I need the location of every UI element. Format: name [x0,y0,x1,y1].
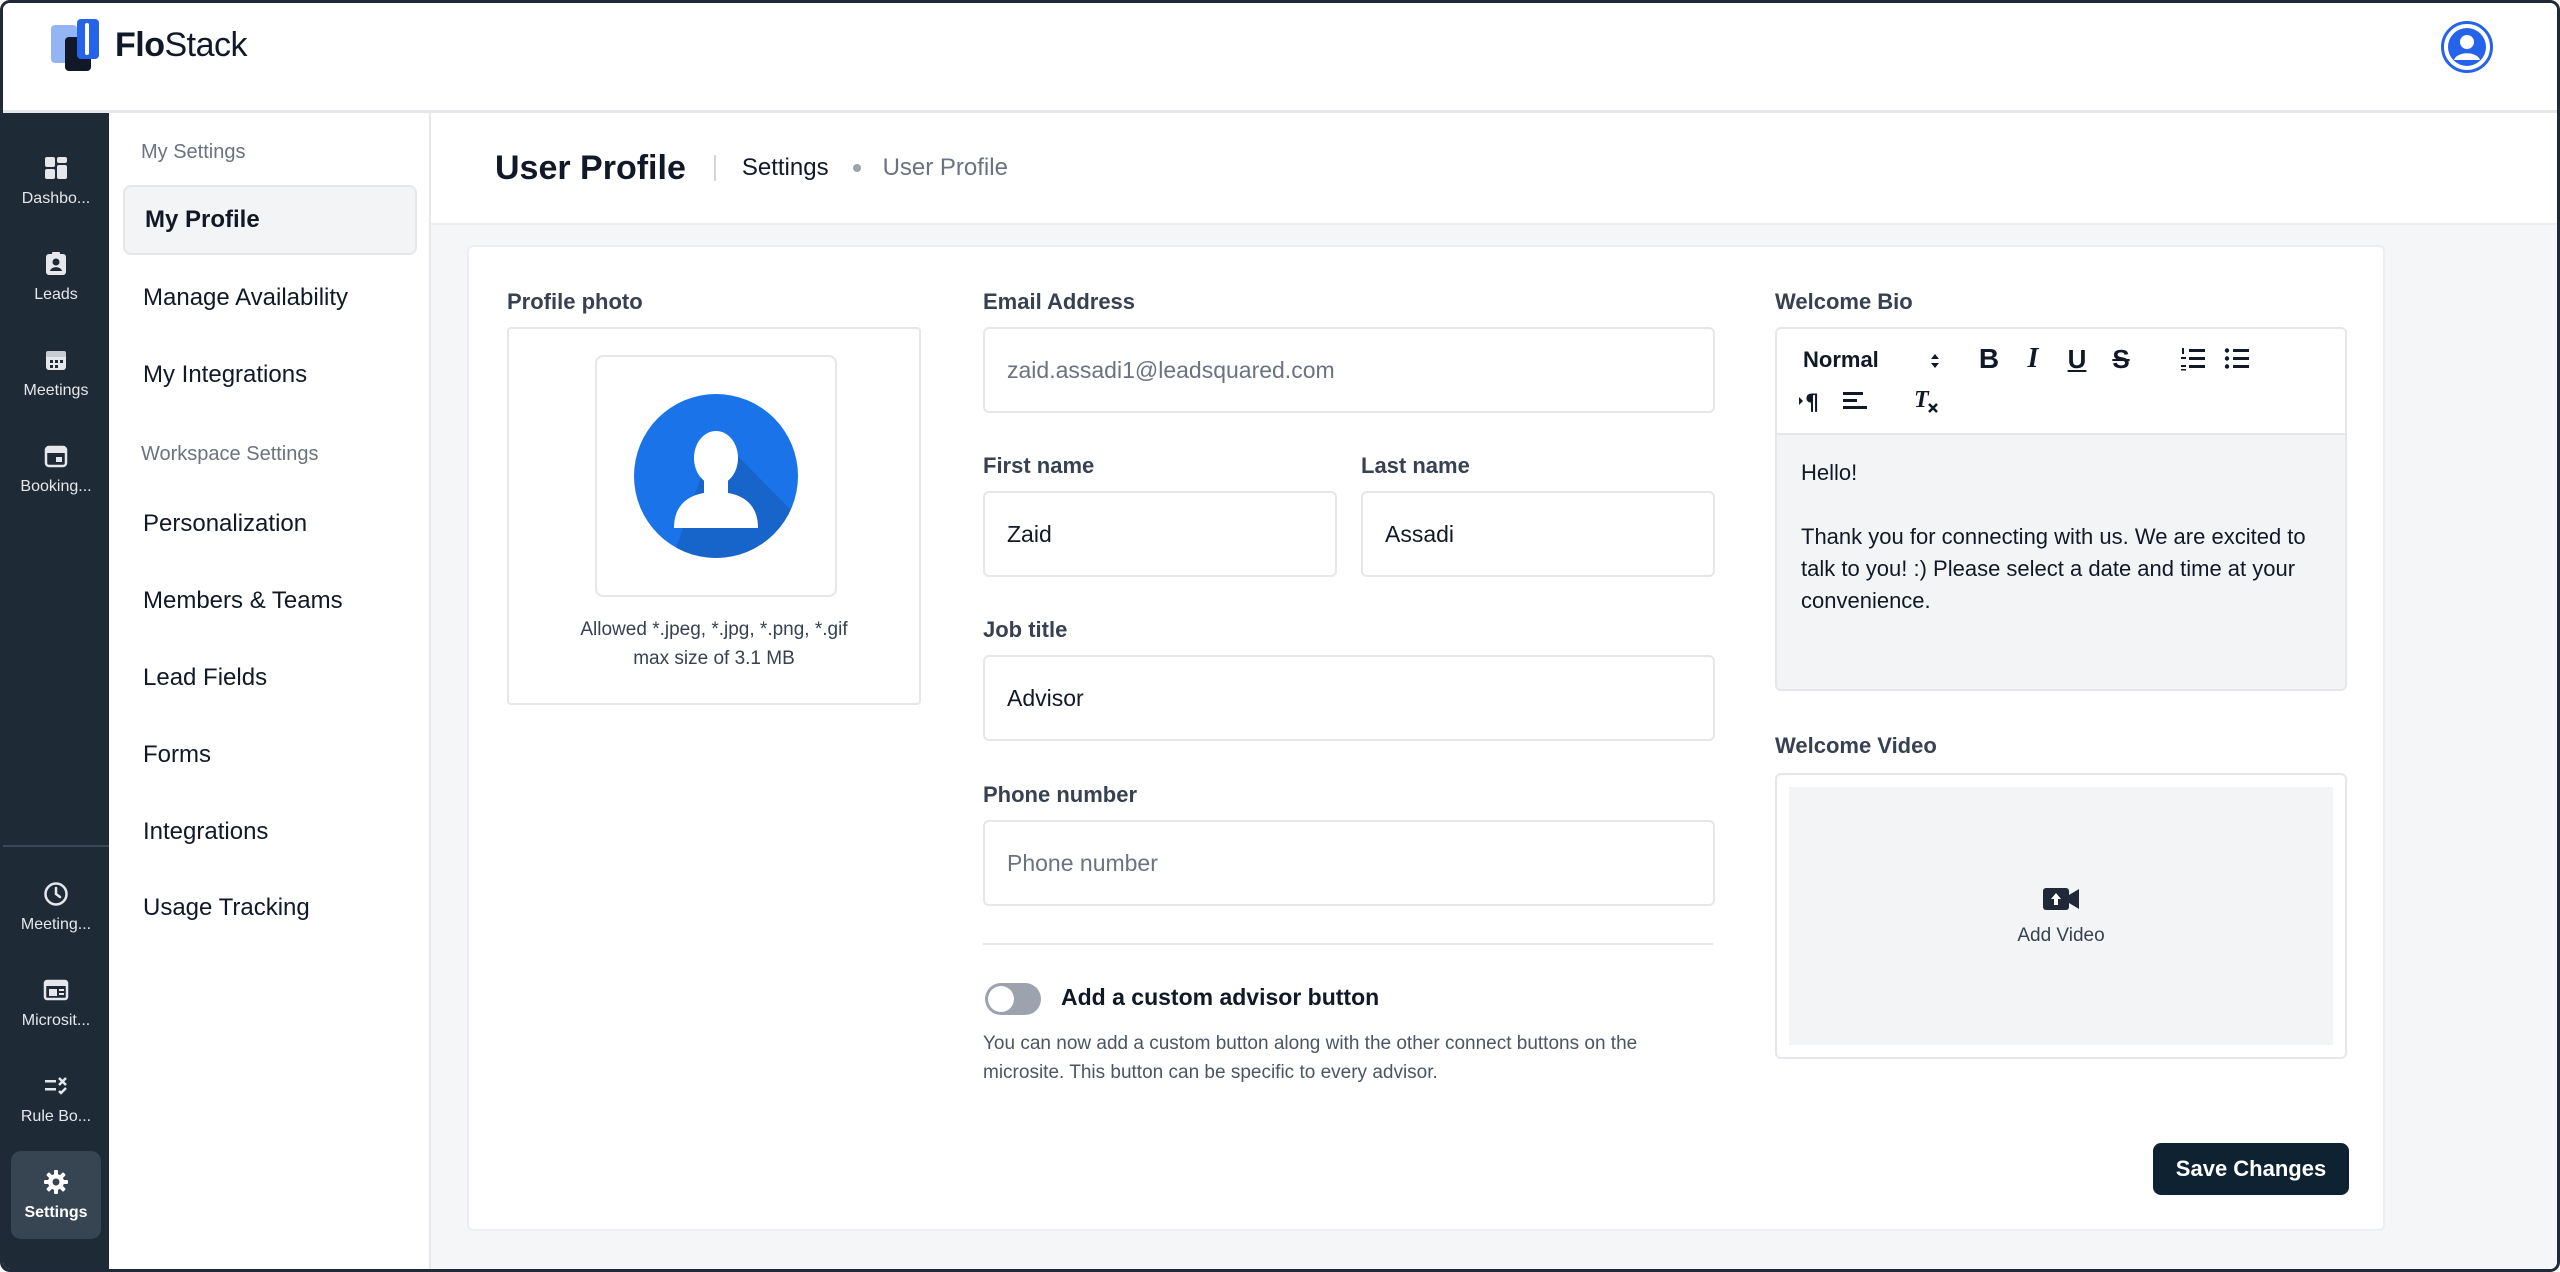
strikethrough-button[interactable]: S [2105,343,2137,375]
main-content: User Profile Settings User Profile Profi… [431,113,2557,1269]
user-icon [2448,28,2486,66]
welcome-bio-text[interactable]: Hello! Thank you for connecting with us.… [1777,435,2345,689]
sidebar-item-usage-tracking[interactable]: Usage Tracking [123,873,417,943]
app-window: FloStack Dashbo... Leads Meetings Bookin… [0,0,2560,1272]
editor-toolbar: Normal B I U S ¶ T [1777,329,2345,435]
job-title-label: Job title [983,617,1068,642]
welcome-video-box: Add Video [1775,773,2347,1059]
nav-item-meeting-types[interactable]: Meeting... [11,863,101,951]
title-separator [713,155,716,181]
photo-upload-help: Allowed *.jpeg, *.jpg, *.png, *.gif max … [580,619,848,669]
italic-button[interactable]: I [2017,343,2049,375]
browser-window-icon [42,976,70,1004]
underline-icon: U [2067,343,2087,374]
nav-item-rule-book[interactable]: Rule Bo... [11,1055,101,1143]
add-video-button[interactable]: Add Video [1789,787,2333,1045]
nav-item-microsites[interactable]: Microsit... [11,959,101,1047]
profile-photo-label: Profile photo [507,289,643,314]
video-upload-icon [2043,888,2079,910]
save-changes-button[interactable]: Save Changes [2153,1143,2349,1195]
sidebar-item-my-profile[interactable]: My Profile [123,185,417,255]
sidebar-item-members-teams[interactable]: Members & Teams [123,566,417,636]
page-title: User Profile [495,148,686,187]
sidebar-item-lead-fields[interactable]: Lead Fields [123,643,417,713]
page-header: User Profile Settings User Profile [431,113,2557,225]
last-name-field[interactable]: Assadi [1361,491,1715,577]
nav-item-meetings[interactable]: Meetings [11,329,101,417]
primary-nav: Dashbo... Leads Meetings Booking... Meet… [3,113,109,1269]
calendar-icon [42,346,70,374]
phone-label: Phone number [983,782,1138,807]
job-title-field[interactable]: Advisor [983,655,1715,741]
breadcrumb-dot [852,164,861,172]
dashboard-icon [42,154,70,182]
user-avatar-button[interactable] [2441,21,2493,73]
custom-advisor-toggle[interactable] [985,983,1041,1015]
bullet-list-button[interactable] [2221,343,2253,375]
logo-text: FloStack [115,25,248,64]
phone-number-field[interactable]: Phone number [983,820,1715,906]
contact-book-icon [42,250,70,278]
calendar-event-icon [42,442,70,470]
email-field[interactable]: zaid.assadi1@leadsquared.com [983,327,1715,413]
rules-icon [42,1072,70,1100]
select-arrows-icon [1931,354,1939,368]
breadcrumb-current: User Profile [882,154,1008,181]
align-button[interactable] [1839,385,1871,417]
ordered-list-button[interactable] [2177,343,2209,375]
nav-item-leads[interactable]: Leads [11,233,101,321]
underline-button[interactable]: U [2061,343,2093,375]
align-left-icon [1843,392,1867,409]
clear-format-button[interactable]: T [1911,385,1943,417]
nav-item-dashboard[interactable]: Dashbo... [11,137,101,225]
welcome-bio-editor: Normal B I U S ¶ T Hello! Thank you for … [1775,327,2347,691]
svg-text:T: T [1914,387,1930,413]
profile-card: Profile photo Allowed *.jpeg, *.jpg, *.p… [467,245,2385,1231]
first-name-field[interactable]: Zaid [983,491,1337,577]
avatar-icon [634,394,798,558]
italic-icon: I [2027,343,2039,374]
text-direction-button[interactable]: ¶ [1795,385,1827,417]
first-name-label: First name [983,453,1095,478]
sidebar-item-manage-availability[interactable]: Manage Availability [123,263,417,333]
clock-icon [42,880,70,908]
gear-icon [42,1168,70,1196]
nav-item-booking[interactable]: Booking... [11,425,101,513]
text-direction-icon: ¶ [1799,391,1819,414]
sidebar-item-personalization[interactable]: Personalization [123,489,417,559]
nav-item-settings[interactable]: Settings [11,1151,101,1239]
custom-advisor-help: You can now add a custom button along wi… [983,1033,1638,1083]
nav-divider [3,845,109,847]
section-workspace-settings: Workspace Settings [141,443,319,465]
logo-mark-icon [51,19,103,71]
top-header: FloStack [3,3,2557,113]
section-my-settings: My Settings [141,141,246,163]
form-divider [983,943,1713,945]
last-name-label: Last name [1361,453,1470,478]
clear-format-icon: T [1914,387,1938,413]
sidebar-item-forms[interactable]: Forms [123,720,417,790]
bullet-list-icon [2224,348,2249,369]
profile-photo-box: Allowed *.jpeg, *.jpg, *.png, *.gif max … [507,327,921,705]
welcome-bio-label: Welcome Bio [1775,289,1913,314]
welcome-video-label: Welcome Video [1775,733,1937,758]
profile-photo-upload[interactable] [595,355,837,597]
settings-sidebar: My Settings My Profile Manage Availabili… [109,113,431,1269]
svg-text:¶: ¶ [1805,391,1819,414]
format-select[interactable]: Normal [1803,347,1879,373]
breadcrumb-settings[interactable]: Settings [742,154,829,182]
custom-advisor-label: Add a custom advisor button [1061,984,1380,1010]
email-label: Email Address [983,289,1136,314]
strikethrough-icon: S [2112,343,2130,374]
bold-icon: B [1978,343,2000,374]
ordered-list-icon [2181,348,2205,371]
sidebar-item-my-integrations[interactable]: My Integrations [123,340,417,410]
sidebar-item-integrations[interactable]: Integrations [123,797,417,867]
bold-button[interactable]: B [1973,343,2005,375]
flostack-logo[interactable]: FloStack [51,19,248,71]
